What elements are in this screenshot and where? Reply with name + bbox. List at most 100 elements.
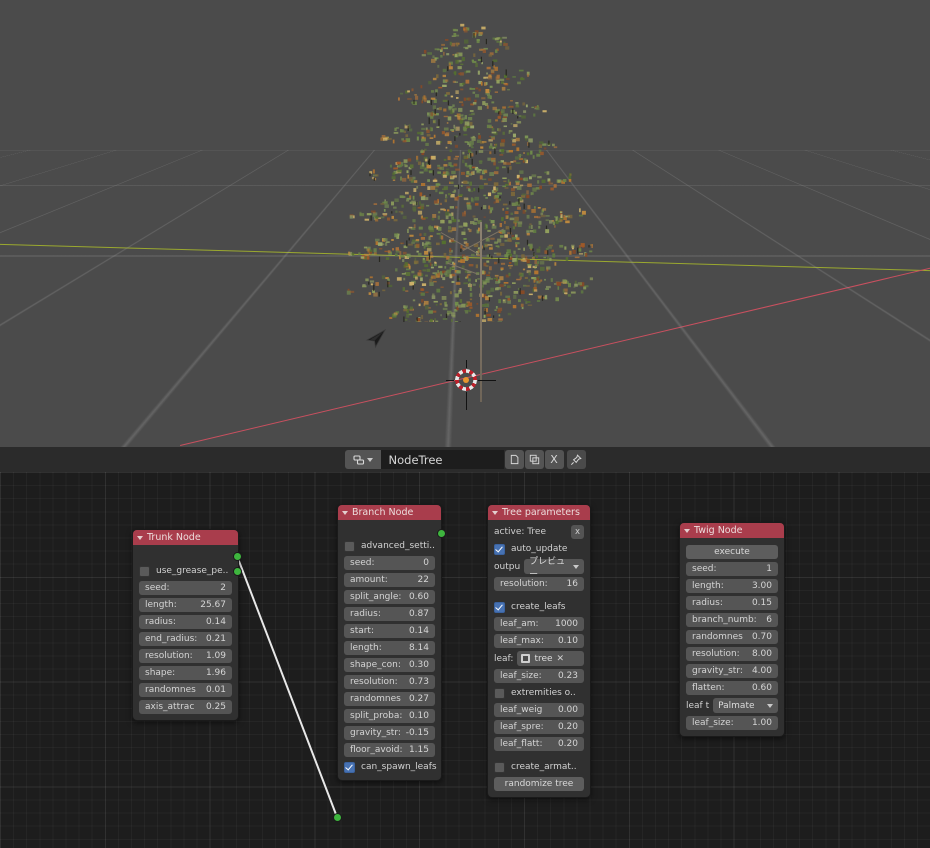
- property-field[interactable]: amount:22: [344, 573, 435, 587]
- checkbox-unchecked-icon[interactable]: [494, 762, 505, 773]
- property-field[interactable]: radius:0.15: [686, 596, 778, 610]
- trunk-node[interactable]: Trunk Node use_grease_pe.. seed:2 length:25…: [132, 529, 239, 721]
- property-field[interactable]: split_proba:0.10: [344, 709, 435, 723]
- property-field[interactable]: flatten:0.60: [686, 681, 778, 695]
- checkbox-checked-icon[interactable]: [494, 544, 505, 555]
- pin-button[interactable]: [567, 450, 586, 469]
- collapse-triangle-icon[interactable]: [137, 536, 143, 540]
- property-field[interactable]: gravity_str:-0.15: [344, 726, 435, 740]
- property-field[interactable]: leaf_flatt:0.20: [494, 737, 584, 751]
- property-field[interactable]: resolution:0.73: [344, 675, 435, 689]
- property-field[interactable]: resolution:1.09: [139, 649, 232, 663]
- property-field[interactable]: end_radius:0.21: [139, 632, 232, 646]
- property-label: radius:: [145, 617, 176, 627]
- checkbox-checked-icon[interactable]: [494, 602, 505, 613]
- active-object-label: active: Tree: [494, 527, 546, 537]
- property-value: 1: [766, 564, 772, 574]
- property-field[interactable]: randomnes0.70: [686, 630, 778, 644]
- branch-node[interactable]: Branch Node advanced_setti.. seed: 0 amount:…: [337, 504, 442, 781]
- property-field[interactable]: resolution:16: [494, 577, 584, 591]
- property-field[interactable]: axis_attrac0.25: [139, 700, 232, 714]
- checkbox-unchecked-icon[interactable]: [344, 541, 355, 552]
- node-tree-browse-button[interactable]: [345, 450, 381, 469]
- property-label: resolution:: [500, 579, 548, 589]
- property-label: flatten:: [692, 683, 725, 693]
- property-field[interactable]: radius:0.87: [344, 607, 435, 621]
- checkbox-label: can_spawn_leafs: [361, 762, 437, 772]
- checkbox-checked-icon[interactable]: [344, 762, 355, 773]
- property-value: 1.15: [409, 745, 429, 755]
- property-field[interactable]: gravity_str:4.00: [686, 664, 778, 678]
- trunk-node-header[interactable]: Trunk Node: [133, 530, 238, 545]
- branch-node-input-socket[interactable]: [333, 813, 342, 822]
- collapse-triangle-icon[interactable]: [684, 529, 690, 533]
- property-field[interactable]: floor_avoid:1.15: [344, 743, 435, 757]
- property-field[interactable]: seed:1: [686, 562, 778, 576]
- id-datablock-select[interactable]: tree ✕: [517, 651, 584, 666]
- property-field[interactable]: split_angle:0.60: [344, 590, 435, 604]
- checkbox-unchecked-icon[interactable]: [139, 566, 150, 577]
- property-label: seed:: [350, 558, 375, 568]
- property-field[interactable]: leaf_am:1000: [494, 617, 584, 631]
- tree-parameters-node[interactable]: Tree parametersactive: Treexauto_updateo…: [487, 504, 591, 798]
- property-field[interactable]: leaf_size:0.23: [494, 669, 584, 683]
- property-field[interactable]: seed: 0: [344, 556, 435, 570]
- duplicate-datablock-button[interactable]: [525, 450, 544, 469]
- property-value: 0.21: [206, 634, 226, 644]
- checkbox-row[interactable]: use_grease_pe..: [139, 564, 232, 578]
- property-field[interactable]: randomnes0.27: [344, 692, 435, 706]
- 3d-viewport[interactable]: [0, 0, 930, 447]
- property-field[interactable]: leaf_weig0.00: [494, 703, 584, 717]
- node-tree-name-field[interactable]: NodeTree: [381, 450, 504, 469]
- twig-node-header[interactable]: Twig Node: [680, 523, 784, 538]
- property-label: gravity_str:: [350, 728, 401, 738]
- action-button[interactable]: execute: [686, 545, 778, 559]
- property-field[interactable]: branch_numb:6: [686, 613, 778, 627]
- checkbox-row[interactable]: extremities o..: [494, 686, 584, 700]
- checkbox-row[interactable]: create_armat..: [494, 760, 584, 774]
- property-field[interactable]: length:8.14: [344, 641, 435, 655]
- collapse-triangle-icon[interactable]: [492, 511, 498, 515]
- property-value: 0: [423, 558, 429, 568]
- collapse-triangle-icon[interactable]: [342, 511, 348, 515]
- branch-node-header[interactable]: Branch Node: [338, 505, 441, 520]
- new-datablock-button[interactable]: [505, 450, 524, 469]
- checkbox-row[interactable]: create_leafs: [494, 600, 584, 614]
- node-spacer: [139, 555, 232, 561]
- tree-object[interactable]: [343, 22, 593, 362]
- property-value: 22: [418, 575, 429, 585]
- id-datablock-value: tree: [534, 654, 552, 664]
- property-field[interactable]: seed:2: [139, 581, 232, 595]
- property-label: length:: [692, 581, 724, 591]
- property-field[interactable]: leaf_size:1.00: [686, 716, 778, 730]
- node-editor-canvas[interactable]: Trunk Node use_grease_pe.. seed:2 length:25…: [0, 472, 930, 848]
- property-field[interactable]: leaf_spre:0.20: [494, 720, 584, 734]
- property-label: randomnes: [145, 685, 196, 695]
- property-field[interactable]: start:0.14: [344, 624, 435, 638]
- property-field[interactable]: length:3.00: [686, 579, 778, 593]
- checkbox-unchecked-icon[interactable]: [494, 688, 505, 699]
- checkbox-label: advanced_setti..: [361, 541, 435, 551]
- property-field[interactable]: radius:0.14: [139, 615, 232, 629]
- twig-node[interactable]: Twig Node execute seed:1 length:3.00 radius:…: [679, 522, 785, 737]
- branch-node-output-socket[interactable]: [437, 529, 446, 538]
- action-button[interactable]: randomize tree: [494, 777, 584, 791]
- property-field[interactable]: shape:1.96: [139, 666, 232, 680]
- unlink-icon[interactable]: ✕: [557, 654, 565, 664]
- clear-active-button[interactable]: x: [571, 525, 584, 539]
- property-field[interactable]: randomnes0.01: [139, 683, 232, 697]
- checkbox-row[interactable]: advanced_setti..: [344, 539, 435, 553]
- trunk-node-output-socket-2[interactable]: [233, 567, 242, 576]
- property-label: branch_numb:: [692, 615, 757, 625]
- tree-parameters-node-header[interactable]: Tree parameters: [488, 505, 590, 520]
- dropdown-select[interactable]: Palmate: [713, 698, 778, 713]
- trunk-node-output-socket-1[interactable]: [233, 552, 242, 561]
- unlink-datablock-button[interactable]: X: [545, 450, 564, 469]
- dropdown-label: leaf t: [686, 701, 709, 711]
- property-field[interactable]: leaf_max:0.10: [494, 634, 584, 648]
- property-field[interactable]: shape_con:0.30: [344, 658, 435, 672]
- dropdown-select[interactable]: プレビュー: [524, 559, 584, 574]
- property-field[interactable]: resolution:8.00: [686, 647, 778, 661]
- property-field[interactable]: length:25.67: [139, 598, 232, 612]
- checkbox-row[interactable]: can_spawn_leafs: [344, 760, 435, 774]
